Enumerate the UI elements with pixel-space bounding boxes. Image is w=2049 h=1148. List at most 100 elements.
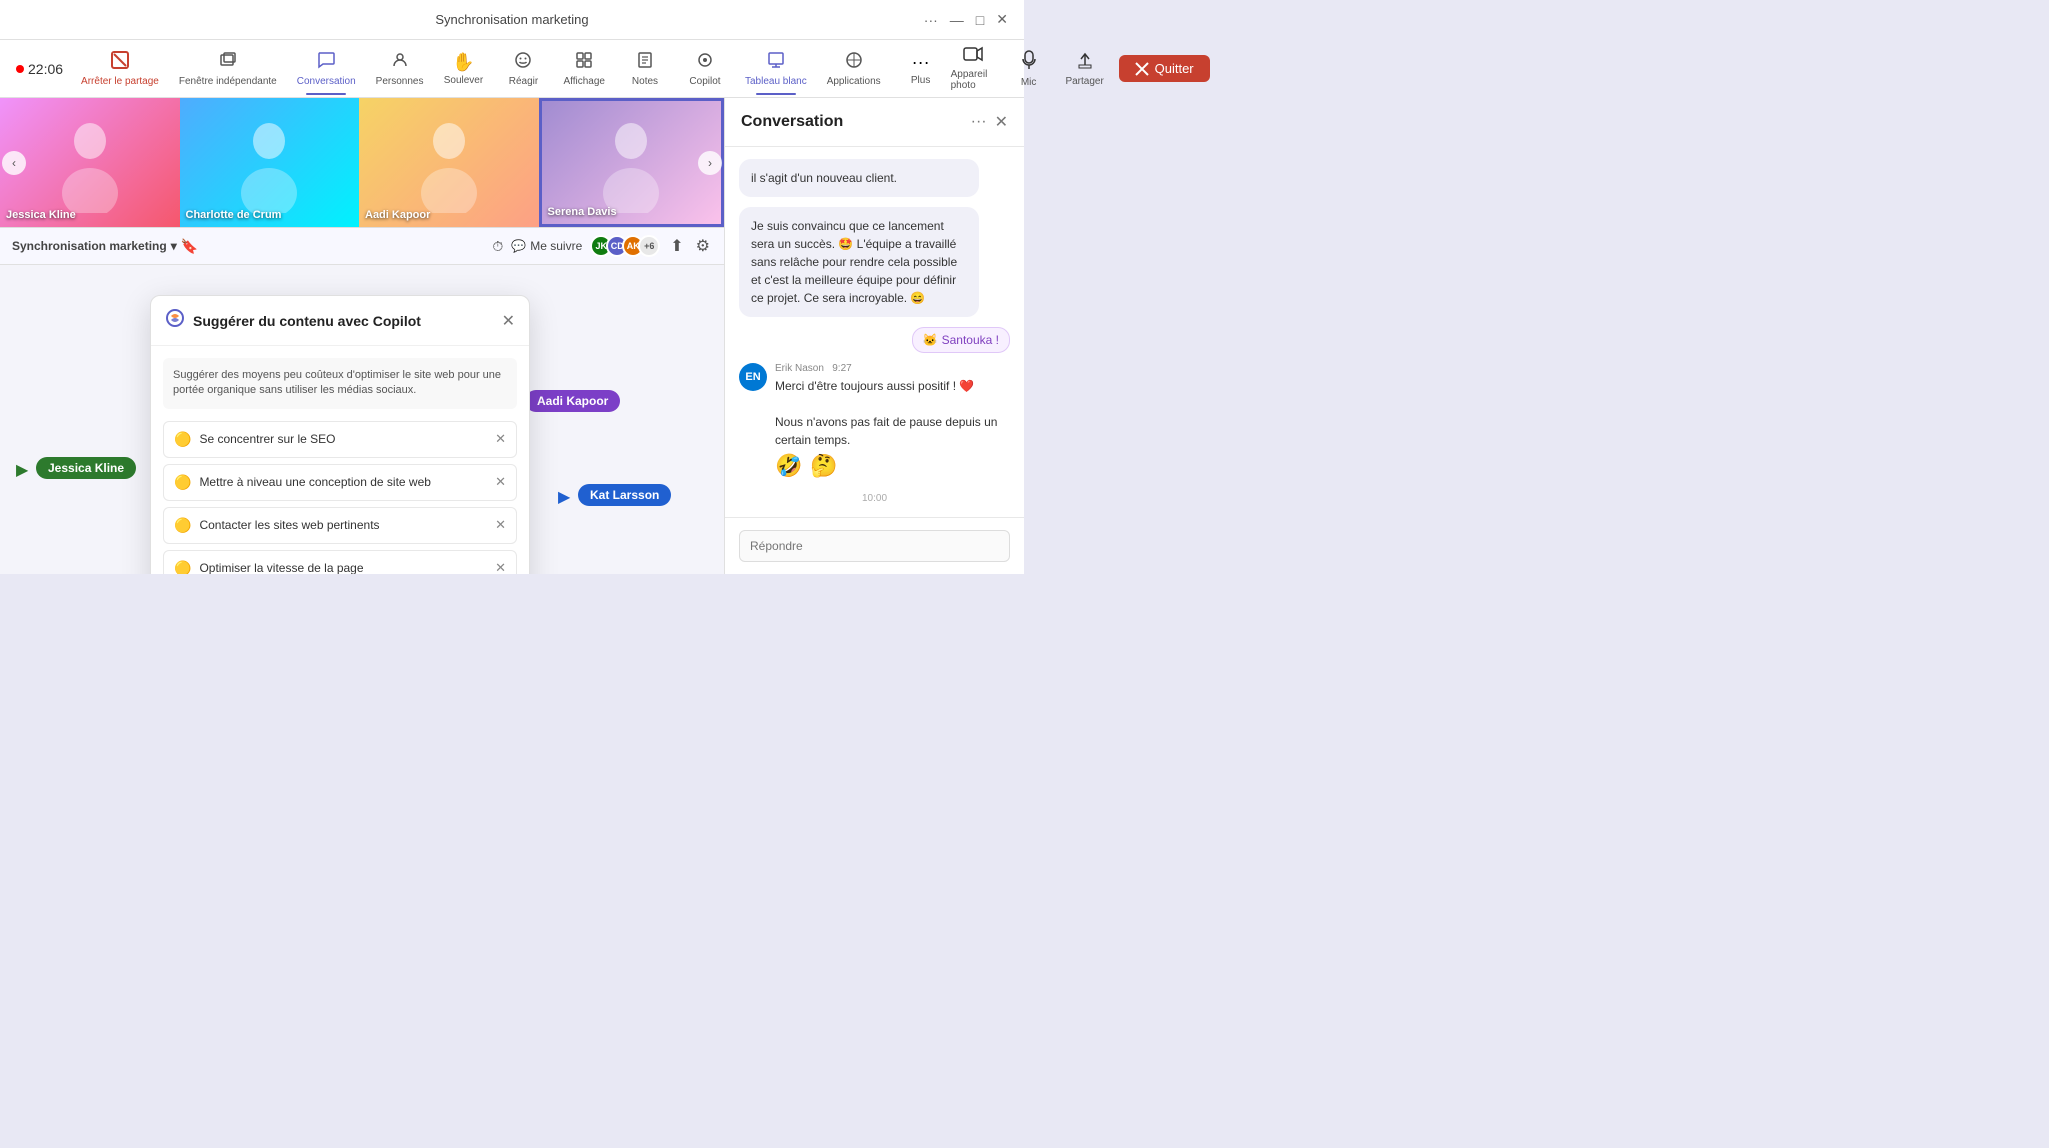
toolbar-item-notes[interactable]: Notes [615,47,675,91]
whiteboard-label: Tableau blanc [745,76,807,87]
follow-label: Me suivre [530,239,582,253]
notes-icon [636,51,654,74]
copilot-item-close-3[interactable]: ✕ [495,560,506,574]
video-nav-right[interactable]: › [698,151,722,175]
mic-label: Mic [1021,77,1037,88]
status-bar: Synchronisation marketing ▾ 🔖 ⏱ 💬 Me sui… [0,228,724,265]
close-icon[interactable]: ✕ [996,11,1008,28]
copilot-item-text-2: Contacter les sites web pertinents [199,518,487,532]
santouka-emoji: 🐱 [923,333,938,347]
camera-icon [963,46,983,67]
emoji-think: 🤔 [810,453,837,479]
copilot-item-icon-2: 🟡 [174,517,191,534]
minimize-icon[interactable]: — [950,12,964,28]
video-tile-serena: Serena Davis [539,98,725,227]
conversation-icon [317,51,335,74]
copilot-items-list: 🟡 Se concentrer sur le SEO ✕ 🟡 Mettre à … [151,421,529,574]
share-button[interactable]: Partager [1063,51,1107,87]
message-erik: EN Erik Nason 9:27 Merci d'être toujours… [739,363,1010,479]
mic-button[interactable]: Mic [1007,50,1051,88]
reply-input-field[interactable] [739,530,1010,562]
quit-button[interactable]: Quitter [1119,55,1210,82]
toolbar-item-view[interactable]: Affichage [553,47,615,91]
share-icon [1076,51,1094,74]
more-options-icon[interactable]: ··· [924,12,938,28]
view-icon [575,51,593,74]
toolbar-item-apps[interactable]: Applications [817,47,891,91]
conversation-more-button[interactable]: ··· [971,113,987,131]
copilot-icon [696,51,714,74]
arrow-jessica: ▶ [16,460,28,480]
main-area: ‹ Jessica Kline C [0,98,1024,574]
toolbar: 22:06 Arrêter le partage Fenêtre indépen… [0,40,1024,98]
copilot-item-text-1: Mettre à niveau une conception de site w… [199,475,487,489]
copilot-item-icon-1: 🟡 [174,474,191,491]
settings-icon[interactable]: ⚙ [694,234,712,258]
toolbar-item-react[interactable]: Réagir [493,47,553,91]
emoji-row-erik: 🤣 🤔 [775,453,1010,479]
video-area: ‹ Jessica Kline C [0,98,724,574]
toolbar-item-copilot[interactable]: Copilot [675,47,735,91]
copilot-item-icon-3: 🟡 [174,560,191,574]
apps-icon [845,51,863,74]
whiteboard-area: ▶ Jessica Kline ▶ Charlotte de Crum ▶ Aa… [0,265,724,574]
toolbar-item-people[interactable]: Personnes [366,47,434,91]
copilot-item-close-1[interactable]: ✕ [495,474,506,490]
maximize-icon[interactable]: □ [976,12,984,28]
copilot-item-1[interactable]: 🟡 Mettre à niveau une conception de site… [163,464,517,501]
copilot-item-text-3: Optimiser la vitesse de la page [199,561,487,574]
toolbar-item-conversation[interactable]: Conversation [287,47,366,91]
copilot-item-text-0: Se concentrer sur le SEO [199,432,487,446]
raise-icon: ✋ [452,52,474,73]
toolbar-left: 22:06 [16,61,71,77]
toolbar-item-whiteboard[interactable]: Tableau blanc [735,47,817,91]
santouka-badge: 🐱 Santouka ! [912,327,1010,353]
conversation-label: Conversation [297,76,356,87]
video-strip: ‹ Jessica Kline C [0,98,724,228]
apps-label: Applications [827,76,881,87]
camera-button[interactable]: Appareil photo [951,46,995,91]
video-nav-left[interactable]: ‹ [2,151,26,175]
copilot-item-3[interactable]: 🟡 Optimiser la vitesse de la page ✕ [163,550,517,574]
copilot-popup-title: Suggérer du contenu avec Copilot [193,313,494,329]
video-tile-name-charlotte: Charlotte de Crum [186,209,282,221]
message-meta-erik: Erik Nason 9:27 [775,363,1010,374]
recording-dot [16,65,24,73]
toolbar-item-raise[interactable]: ✋ Soulever [433,48,493,90]
conversation-title: Conversation [741,113,963,131]
toolbar-items: Arrêter le partage Fenêtre indépendante … [71,47,951,91]
title-bar: Synchronisation marketing ··· — □ ✕ [0,0,1024,40]
copilot-item-close-2[interactable]: ✕ [495,517,506,533]
meeting-name-status: Synchronisation marketing ▾ 🔖 [12,238,198,255]
conversation-panel: Conversation ··· ✕ il s'agit d'un nouvea… [724,98,1024,574]
meeting-dropdown-icon[interactable]: ▾ [171,239,177,253]
bookmark-icon[interactable]: 🔖 [181,238,198,255]
copilot-item-2[interactable]: 🟡 Contacter les sites web pertinents ✕ [163,507,517,544]
santouka-text: Santouka ! [942,333,999,347]
copilot-item-0[interactable]: 🟡 Se concentrer sur le SEO ✕ [163,421,517,458]
extra-participants-badge: +6 [638,235,660,257]
notes-label: Notes [632,76,658,87]
independent-window-label: Fenêtre indépendante [179,76,277,87]
toolbar-item-more[interactable]: ··· Plus [891,48,951,90]
conversation-close-button[interactable]: ✕ [995,112,1008,132]
toolbar-item-independent-window[interactable]: Fenêtre indépendante [169,47,287,91]
timer-display: 22:06 [28,61,63,77]
share-meeting-icon[interactable]: ⬆ [668,234,685,258]
copilot-popup: Suggérer du contenu avec Copilot ✕ Suggé… [150,295,530,574]
message-content-erik: Erik Nason 9:27 Merci d'être toujours au… [775,363,1010,479]
meeting-timer: 22:06 [16,61,63,77]
camera-label: Appareil photo [951,69,995,91]
window-controls[interactable]: ··· — □ ✕ [924,11,1008,28]
nametag-jessica: Jessica Kline [36,457,136,479]
video-tile-jessica: Jessica Kline [0,98,180,227]
toolbar-item-stop-share[interactable]: Arrêter le partage [71,47,169,91]
timer-status-icon: ⏱ [492,238,503,255]
conversation-messages: il s'agit d'un nouveau client. Je suis c… [725,147,1024,517]
message-bubble-2: Je suis convaincu que ce lancement sera … [739,207,979,317]
video-tile-charlotte: Charlotte de Crum [180,98,360,227]
copilot-close-button[interactable]: ✕ [502,311,515,331]
copilot-item-close-0[interactable]: ✕ [495,431,506,447]
avatar-erik: EN [739,363,767,391]
follow-button[interactable]: 💬 Me suivre [511,239,582,253]
